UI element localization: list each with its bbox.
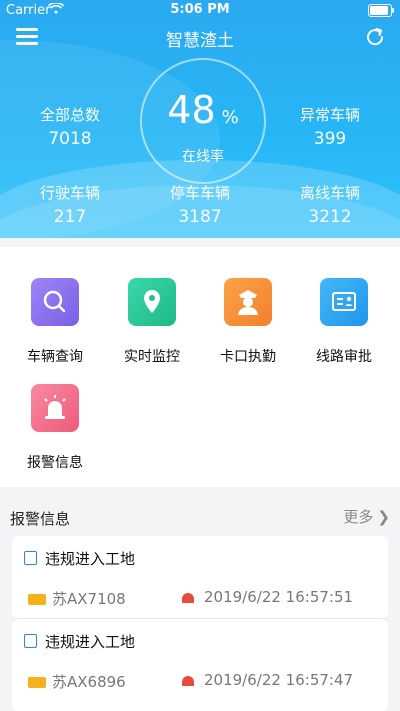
function-label: 卡口执勤 <box>220 349 276 365</box>
stat-offline-value: 3212 <box>308 207 352 227</box>
alarm-icon <box>182 676 194 686</box>
online-rate-label: 在线率 <box>182 149 224 165</box>
more-link[interactable]: 更多 ❯ <box>343 506 390 527</box>
function-vehicle-query[interactable]: 车辆查询 <box>7 278 103 366</box>
id-card-icon <box>320 278 368 326</box>
search-icon <box>31 278 79 326</box>
stat-parked-label: 停车车辆 <box>169 184 230 202</box>
header: Carrier 5:06 PM 智慧渣土 全部总数 7018 异常车辆 399 … <box>0 0 400 238</box>
document-icon <box>24 551 37 565</box>
stat-offline-label: 离线车辆 <box>299 184 360 202</box>
stat-total-value: 7018 <box>48 129 92 149</box>
status-bar: Carrier 5:06 PM <box>0 0 400 20</box>
stat-offline: 离线车辆 3212 <box>270 182 390 227</box>
alerts-title: 报警信息 <box>10 510 71 528</box>
battery-icon <box>368 4 394 17</box>
siren-icon <box>31 384 79 432</box>
stat-driving: 行驶车辆 217 <box>10 182 130 227</box>
function-realtime-monitor[interactable]: 实时监控 <box>104 278 200 366</box>
function-label: 实时监控 <box>124 349 180 365</box>
stat-total-label: 全部总数 <box>39 106 100 124</box>
top-bar: 智慧渣土 <box>0 22 400 54</box>
alert-time: 2019/6/22 16:57:47 <box>182 671 353 689</box>
more-label: 更多 <box>343 508 374 526</box>
function-alarm-info[interactable]: 报警信息 <box>7 384 103 472</box>
document-icon <box>24 634 37 648</box>
location-pin-icon <box>128 278 176 326</box>
function-label: 报警信息 <box>27 455 83 471</box>
function-label: 线路审批 <box>316 349 372 365</box>
online-rate-value: 48% <box>167 88 239 132</box>
function-label: 车辆查询 <box>27 349 83 365</box>
function-checkpoint-duty[interactable]: 卡口执勤 <box>200 278 296 366</box>
truck-icon <box>28 594 46 605</box>
alert-time: 2019/6/22 16:57:51 <box>182 588 353 606</box>
function-route-approval[interactable]: 线路审批 <box>296 278 392 366</box>
function-grid: 车辆查询 实时监控 卡口执勤 线路审批 报警信息 <box>0 247 400 487</box>
truck-icon <box>28 677 46 688</box>
alert-plate: 苏AX6896 <box>28 671 126 692</box>
alert-type: 违规进入工地 <box>24 548 135 569</box>
page-title: 智慧渣土 <box>166 31 234 51</box>
alert-type: 违规进入工地 <box>24 631 135 652</box>
chevron-right-icon: ❯ <box>377 508 390 526</box>
stat-parked-value: 3187 <box>178 207 222 227</box>
stat-driving-label: 行驶车辆 <box>39 184 100 202</box>
alarm-icon <box>182 593 194 603</box>
stat-driving-value: 217 <box>53 207 87 227</box>
online-rate-ring: 48% 在线率 <box>140 58 266 184</box>
stat-total: 全部总数 7018 <box>10 104 130 149</box>
status-time: 5:06 PM <box>170 2 230 17</box>
stat-abnormal-label: 异常车辆 <box>299 106 360 124</box>
alerts-header: 报警信息 更多 ❯ <box>0 498 400 534</box>
refresh-icon[interactable] <box>364 26 386 48</box>
alert-card[interactable]: 违规进入工地 苏AX7108 2019/6/22 16:57:51 <box>12 536 388 618</box>
alert-card[interactable]: 违规进入工地 苏AX6896 2019/6/22 16:57:47 <box>12 618 388 711</box>
stat-abnormal-value: 399 <box>313 129 347 149</box>
alert-plate: 苏AX7108 <box>28 588 126 609</box>
stat-abnormal: 异常车辆 399 <box>270 104 390 149</box>
officer-icon <box>224 278 272 326</box>
stat-parked: 停车车辆 3187 <box>140 182 260 227</box>
